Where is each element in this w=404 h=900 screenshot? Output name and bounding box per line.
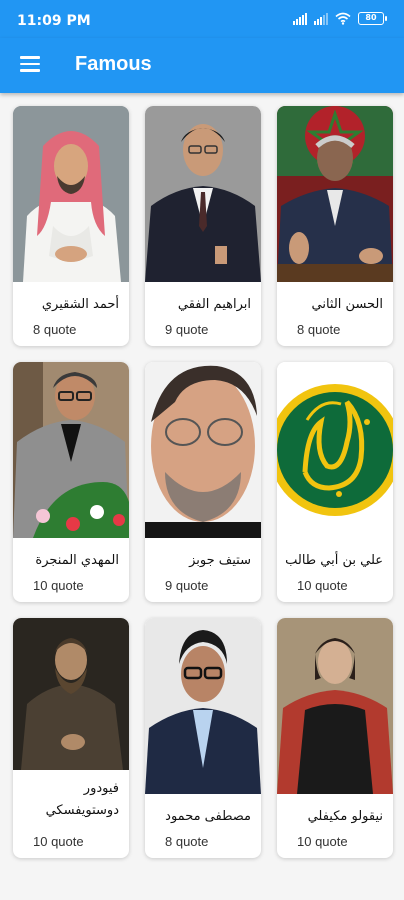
person-card-ahmed-shugairi[interactable]: أحمد الشقيري 8 quote <box>13 106 129 346</box>
person-photo <box>13 106 129 282</box>
menu-icon[interactable] <box>20 56 40 72</box>
battery-icon: 80 <box>358 12 387 25</box>
person-photo <box>13 618 129 770</box>
person-name: الحسن الثاني <box>311 297 384 312</box>
person-name: فيودور دوستويفسكي <box>45 781 119 818</box>
quote-count: 9 quote <box>165 578 209 593</box>
person-card-steve-jobs[interactable]: ستيف جوبز 9 quote <box>145 362 261 602</box>
person-photo <box>145 362 261 538</box>
person-card-ali-ibn-abi-talib[interactable]: علي بن أبي طالب 10 quote <box>277 362 393 602</box>
quote-count: 10 quote <box>33 834 84 849</box>
person-card-fyodor-dostoevsky[interactable]: فيودور دوستويفسكي 10 quote <box>13 618 129 858</box>
quote-count: 10 quote <box>33 578 84 593</box>
person-name: ابراهيم الفقي <box>177 297 251 312</box>
status-time: 11:09 PM <box>17 13 91 29</box>
person-card-hassan-ii[interactable]: الحسن الثاني 8 quote <box>277 106 393 346</box>
wifi-icon <box>335 12 351 25</box>
quote-count: 8 quote <box>33 322 77 337</box>
person-name: مصطفى محمود <box>165 809 251 824</box>
signal-icon <box>293 12 307 25</box>
person-card-ibrahim-elfiky[interactable]: ابراهيم الفقي 9 quote <box>145 106 261 346</box>
person-photo <box>145 618 261 794</box>
person-photo <box>277 106 393 282</box>
person-name: علي بن أبي طالب <box>285 553 383 568</box>
person-name: أحمد الشقيري <box>41 297 119 312</box>
person-photo <box>277 618 393 794</box>
quote-count: 8 quote <box>297 322 341 337</box>
person-photo <box>145 106 261 282</box>
page-title: Famous <box>75 53 152 75</box>
quote-count: 8 quote <box>165 834 209 849</box>
quote-count: 9 quote <box>165 322 209 337</box>
person-name: نيقولو مكيفلي <box>307 809 383 824</box>
quote-count: 10 quote <box>297 834 348 849</box>
app-bar: Famous <box>0 38 404 93</box>
status-icons: 80 <box>293 12 387 25</box>
person-card-niccolo-machiavelli[interactable]: نيقولو مكيفلي 10 quote <box>277 618 393 858</box>
person-name: المهدي المنجرة <box>35 553 119 568</box>
status-bar: 11:09 PM 80 <box>0 0 404 38</box>
signal-secondary-icon <box>314 12 328 25</box>
person-card-mahdi-elmandjra[interactable]: المهدي المنجرة 10 quote <box>13 362 129 602</box>
person-photo <box>13 362 129 538</box>
person-card-mostafa-mahmoud[interactable]: مصطفى محمود 8 quote <box>145 618 261 858</box>
quote-count: 10 quote <box>297 578 348 593</box>
person-photo <box>277 362 393 538</box>
person-name: ستيف جوبز <box>189 553 251 568</box>
